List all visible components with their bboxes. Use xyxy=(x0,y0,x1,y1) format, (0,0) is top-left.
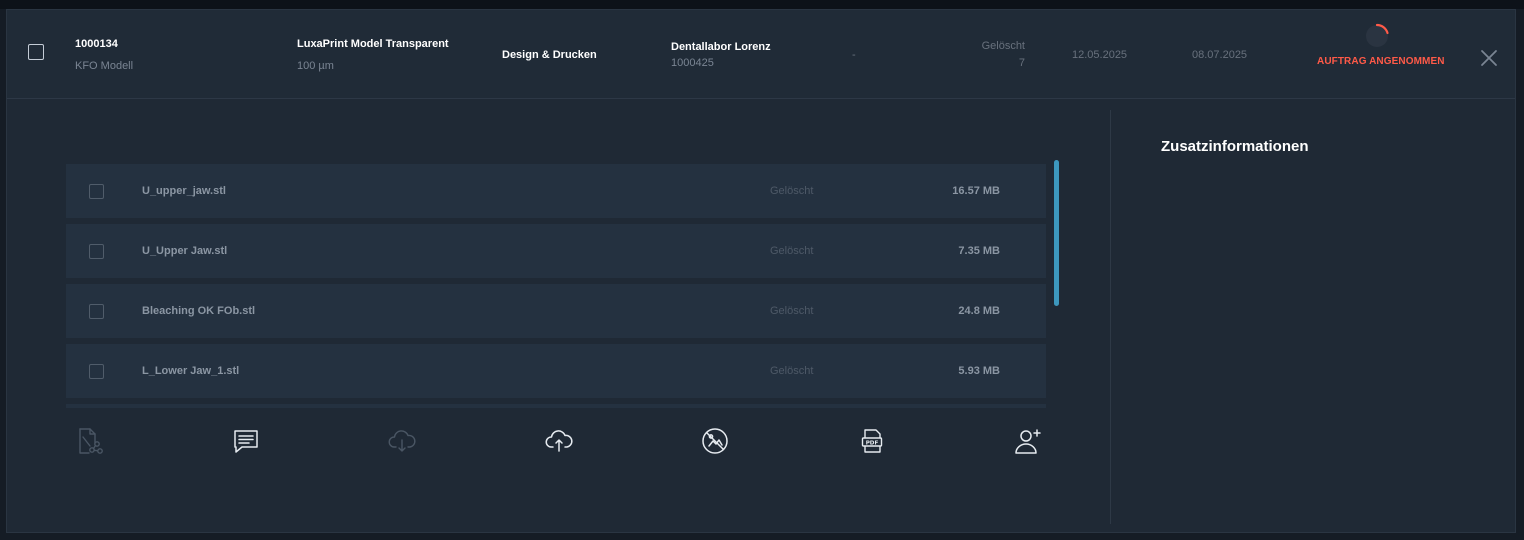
order-card: 1000134 KFO Modell LuxaPrint Model Trans… xyxy=(6,9,1516,533)
order-select-checkbox[interactable] xyxy=(28,44,44,60)
cloud-download-icon[interactable] xyxy=(387,426,417,456)
panel-divider xyxy=(1110,110,1111,524)
customer-name: Dentallabor Lorenz xyxy=(671,41,771,53)
file-name: U_Upper Jaw.stl xyxy=(142,245,228,257)
file-name: Bleaching OK FOb.stl xyxy=(142,305,256,317)
svg-text:PDF: PDF xyxy=(866,440,879,446)
file-row[interactable]: L_Lower Jaw_1.stl Gelöscht 5.93 MB xyxy=(66,344,1046,398)
order-id: 1000134 xyxy=(75,38,118,50)
order-service: Design & Drucken xyxy=(502,49,597,61)
order-type: KFO Modell xyxy=(75,60,134,72)
file-name: L_Lower Jaw_1.stl xyxy=(142,365,240,377)
window-top-strip xyxy=(0,0,1524,9)
customer-id: 1000425 xyxy=(671,57,714,69)
pdf-icon[interactable]: PDF xyxy=(857,426,887,456)
file-status: Gelöscht xyxy=(770,365,814,377)
close-icon[interactable] xyxy=(1479,48,1499,68)
date-due: 08.07.2025 xyxy=(1192,49,1248,61)
file-size: 5.93 MB xyxy=(958,365,1000,377)
file-list-scrollbar[interactable] xyxy=(1054,160,1059,306)
order-row[interactable]: 1000134 KFO Modell LuxaPrint Model Trans… xyxy=(7,10,1515,99)
file-list: U_upper_jaw.stl Gelöscht 16.57 MB U_Uppe… xyxy=(66,164,1046,408)
file-select-checkbox[interactable] xyxy=(89,364,104,379)
file-row[interactable]: U_Upper Jaw.stl Gelöscht 7.35 MB xyxy=(66,224,1046,278)
file-size: 7.35 MB xyxy=(958,245,1000,257)
cloud-upload-icon[interactable] xyxy=(544,426,574,456)
file-status: Gelöscht xyxy=(770,185,814,197)
order-layer-height: 100 µm xyxy=(297,60,334,72)
info-panel-title: Zusatzinformationen xyxy=(1161,138,1309,155)
date-created: 12.05.2025 xyxy=(1072,49,1128,61)
file-select-checkbox[interactable] xyxy=(89,304,104,319)
status-progress-icon xyxy=(1363,22,1391,50)
file-row[interactable]: U_upper_jaw.stl Gelöscht 16.57 MB xyxy=(66,164,1046,218)
file-size: 16.57 MB xyxy=(952,185,1000,197)
deleted-count: 7 xyxy=(1018,57,1025,69)
file-row[interactable]: Bleaching OK FOb.stl Gelöscht 24.8 MB xyxy=(66,284,1046,338)
file-status: Gelöscht xyxy=(770,305,814,317)
file-size: 24.8 MB xyxy=(958,305,1000,317)
order-status: AUFTRAG ANGENOMMEN xyxy=(1317,56,1445,67)
chat-icon[interactable] xyxy=(231,426,261,456)
file-select-checkbox[interactable] xyxy=(89,244,104,259)
file-select-checkbox[interactable] xyxy=(89,184,104,199)
file-share-icon[interactable] xyxy=(76,426,106,456)
empty-placeholder: - xyxy=(852,49,856,61)
file-name: U_upper_jaw.stl xyxy=(142,185,226,197)
add-user-icon[interactable] xyxy=(1013,426,1043,456)
file-status: Gelöscht xyxy=(770,245,814,257)
no-image-icon[interactable] xyxy=(700,426,730,456)
deleted-label: Gelöscht xyxy=(981,40,1025,52)
order-material: LuxaPrint Model Transparent xyxy=(297,38,449,50)
file-row-partial xyxy=(66,404,1046,408)
